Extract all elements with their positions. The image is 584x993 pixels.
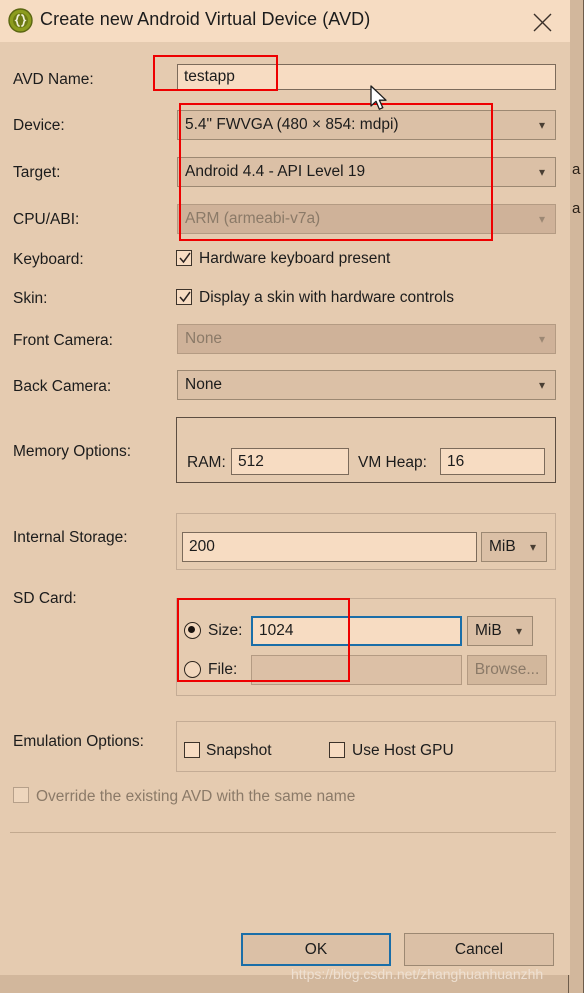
sd-card-file-input <box>251 655 462 685</box>
target-value: Android 4.4 - API Level 19 <box>185 163 366 180</box>
sd-card-size-label: Size: <box>208 622 243 639</box>
front-camera-dropdown: None ▾ <box>177 324 556 354</box>
background-text-fragment-1: a <box>572 161 581 178</box>
target-label: Target: <box>13 164 61 181</box>
ram-input[interactable]: 512 <box>231 448 349 475</box>
watermark-text: https://blog.csdn.net/zhanghuanhuanzhh <box>291 966 544 982</box>
emulation-options-label: Emulation Options: <box>13 733 144 750</box>
footer-divider <box>10 832 556 833</box>
cpu-abi-label: CPU/ABI: <box>13 211 80 228</box>
back-camera-value: None <box>185 376 223 393</box>
use-host-gpu-checkbox[interactable] <box>329 742 345 758</box>
vm-heap-label: VM Heap: <box>358 454 427 471</box>
sd-card-unit-value: MiB <box>475 622 502 639</box>
avd-name-label: AVD Name: <box>13 71 94 88</box>
ok-button[interactable]: OK <box>241 933 391 966</box>
sd-card-file-label: File: <box>208 661 238 678</box>
hardware-keyboard-label: Hardware keyboard present <box>199 250 391 267</box>
ram-label: RAM: <box>187 454 226 471</box>
internal-storage-unit-dropdown[interactable]: MiB ▾ <box>481 532 547 562</box>
vm-heap-input[interactable]: 16 <box>440 448 545 475</box>
override-avd-label: Override the existing AVD with the same … <box>36 788 356 805</box>
background-text-fragment-2: a <box>572 200 581 217</box>
android-sdk-braces-icon <box>8 8 33 33</box>
skin-label: Skin: <box>13 290 48 307</box>
internal-storage-unit-value: MiB <box>489 538 516 555</box>
target-dropdown[interactable]: Android 4.4 - API Level 19 ▾ <box>177 157 556 187</box>
screenshot-root: a a Create new Android Virtual Device (A… <box>0 0 584 993</box>
avd-dialog: Create new Android Virtual Device (AVD) … <box>0 0 570 975</box>
dialog-titlebar: Create new Android Virtual Device (AVD) <box>0 0 570 42</box>
memory-options-label: Memory Options: <box>13 443 132 460</box>
sd-card-file-radio[interactable] <box>184 661 201 678</box>
cancel-button[interactable]: Cancel <box>404 933 554 966</box>
hardware-keyboard-checkbox[interactable] <box>176 250 192 266</box>
chevron-down-icon: ▾ <box>515 624 523 638</box>
override-avd-checkbox <box>13 787 29 803</box>
close-icon[interactable] <box>522 4 562 38</box>
internal-storage-label: Internal Storage: <box>13 529 128 546</box>
use-host-gpu-label: Use Host GPU <box>352 742 454 759</box>
chevron-down-icon: ▾ <box>538 118 546 132</box>
display-skin-checkbox[interactable] <box>176 289 192 305</box>
cpu-abi-value: ARM (armeabi-v7a) <box>185 210 321 227</box>
keyboard-label: Keyboard: <box>13 251 84 268</box>
device-label: Device: <box>13 117 65 134</box>
sd-card-size-input[interactable]: 1024 <box>251 616 462 646</box>
display-skin-label: Display a skin with hardware controls <box>199 289 454 306</box>
avd-name-input[interactable]: testapp <box>177 64 556 90</box>
sd-card-size-radio[interactable] <box>184 622 201 639</box>
snapshot-label: Snapshot <box>206 742 272 759</box>
chevron-down-icon: ▾ <box>538 165 546 179</box>
back-camera-label: Back Camera: <box>13 378 112 395</box>
chevron-down-icon: ▾ <box>538 332 546 346</box>
cpu-abi-dropdown: ARM (armeabi-v7a) ▾ <box>177 204 556 234</box>
chevron-down-icon: ▾ <box>538 378 546 392</box>
device-value: 5.4" FWVGA (480 × 854: mdpi) <box>185 116 399 133</box>
chevron-down-icon: ▾ <box>538 212 546 226</box>
dialog-title: Create new Android Virtual Device (AVD) <box>40 9 371 29</box>
chevron-down-icon: ▾ <box>529 540 537 554</box>
back-camera-dropdown[interactable]: None ▾ <box>177 370 556 400</box>
sd-card-browse-button: Browse... <box>467 655 547 685</box>
front-camera-label: Front Camera: <box>13 332 113 349</box>
device-dropdown[interactable]: 5.4" FWVGA (480 × 854: mdpi) ▾ <box>177 110 556 140</box>
sd-card-unit-dropdown[interactable]: MiB ▾ <box>467 616 533 646</box>
snapshot-checkbox[interactable] <box>184 742 200 758</box>
internal-storage-input[interactable]: 200 <box>182 532 477 562</box>
radio-dot <box>188 626 195 633</box>
sd-card-label: SD Card: <box>13 590 77 607</box>
front-camera-value: None <box>185 330 223 347</box>
